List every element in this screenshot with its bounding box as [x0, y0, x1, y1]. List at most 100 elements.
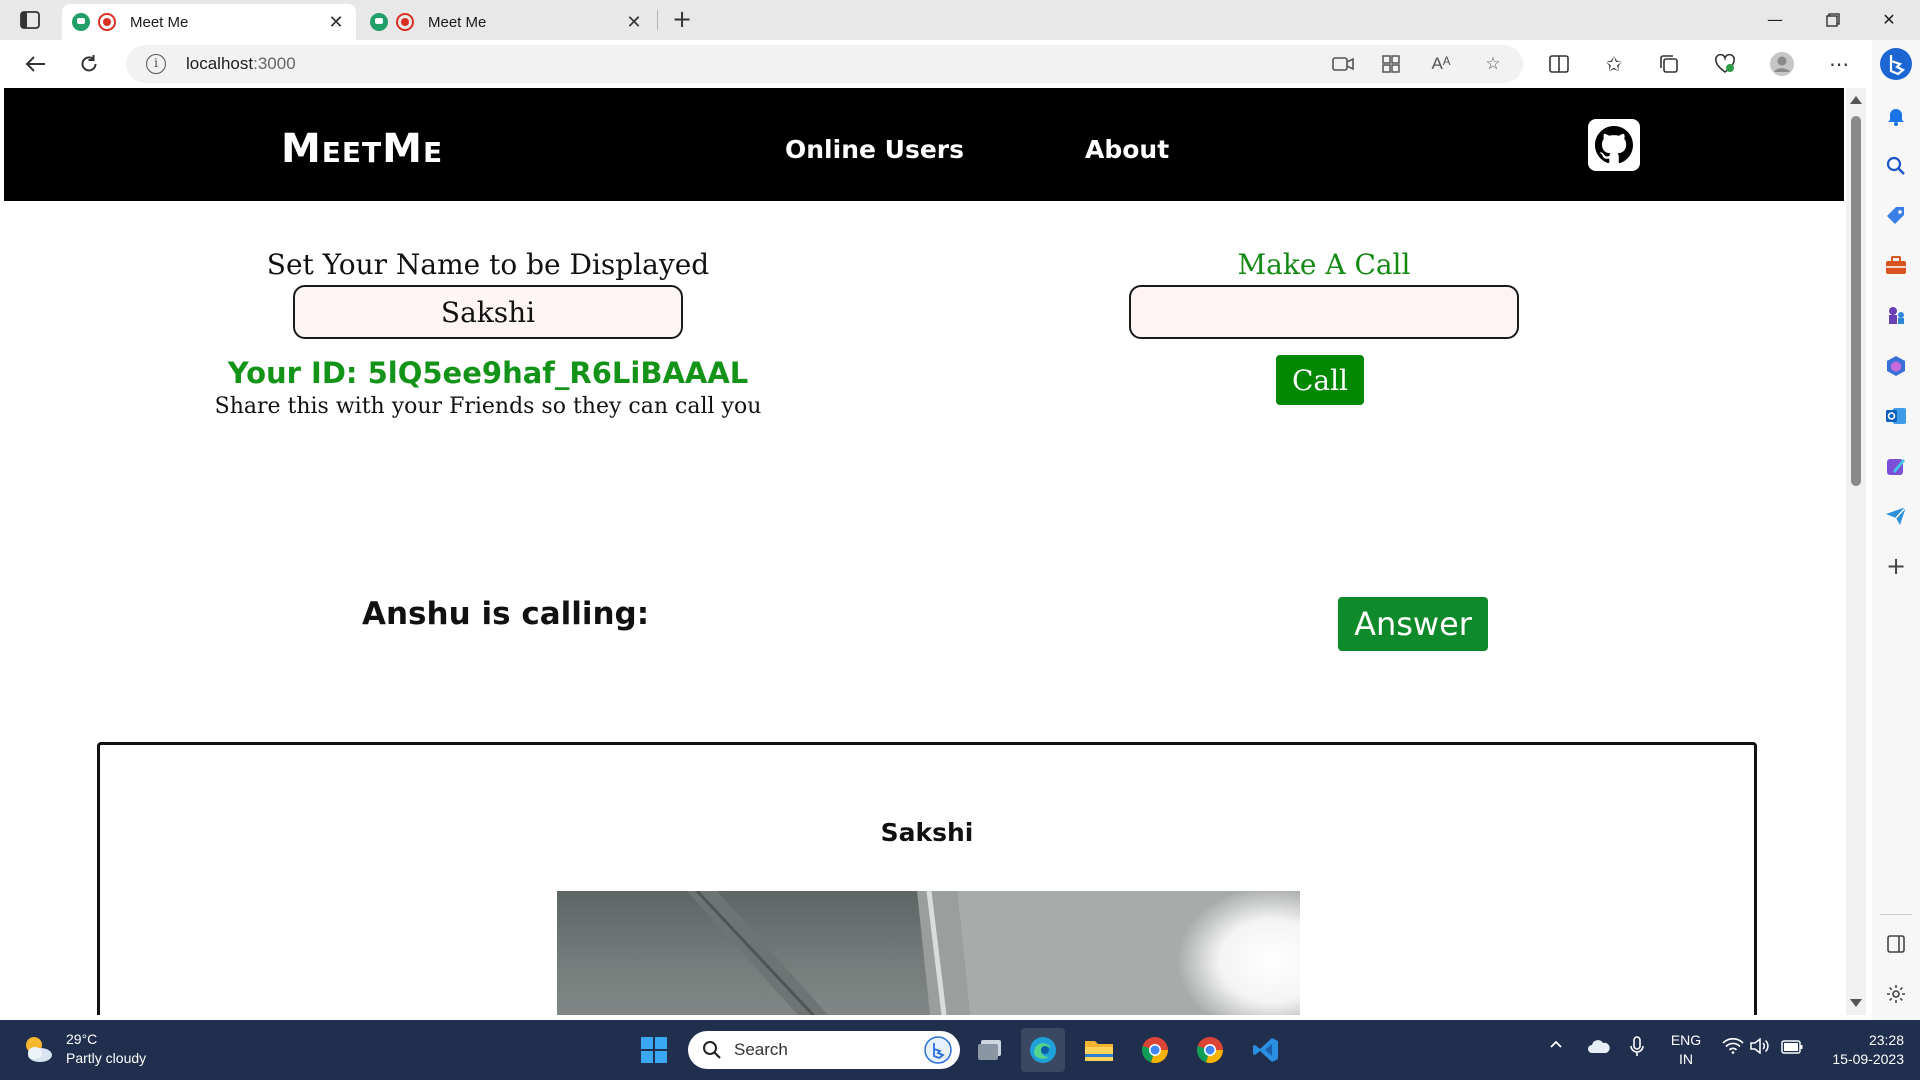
add-sidebar-app-icon[interactable]: +: [1882, 552, 1910, 580]
restore-button[interactable]: [1810, 4, 1856, 36]
microsoft-365-icon[interactable]: [1882, 352, 1910, 380]
microphone-icon[interactable]: [1630, 1036, 1644, 1062]
make-call-section: Make A Call: [1074, 248, 1574, 339]
more-options-icon[interactable]: ⋯: [1822, 48, 1856, 80]
local-video-feed: [557, 891, 1300, 1015]
input-language[interactable]: ENG IN: [1668, 1031, 1704, 1069]
bing-icon: [924, 1036, 952, 1064]
tools-briefcase-icon[interactable]: [1882, 252, 1910, 280]
chrome-icon[interactable]: [1133, 1028, 1177, 1072]
minimize-button[interactable]: —: [1752, 4, 1798, 36]
nav-online-users[interactable]: Online Users: [785, 135, 964, 164]
onedrive-cloud-icon[interactable]: [1587, 1038, 1611, 1058]
hide-sidebar-icon[interactable]: [1882, 930, 1910, 958]
tab-divider: [657, 10, 658, 30]
profile-avatar-icon[interactable]: [1765, 48, 1799, 80]
page-scrollbar[interactable]: [1846, 88, 1866, 1015]
windows-start-icon[interactable]: [632, 1028, 676, 1072]
brand-logo[interactable]: MeetMe: [281, 126, 443, 172]
browser-tab-meet-me-1[interactable]: Meet Me ✕: [62, 4, 356, 40]
back-icon[interactable]: [18, 48, 52, 80]
make-call-label: Make A Call: [1237, 248, 1411, 281]
github-icon[interactable]: [1588, 119, 1640, 171]
collections-icon[interactable]: [1652, 48, 1686, 80]
video-user-name: Sakshi: [880, 818, 974, 847]
share-note: Share this with your Friends so they can…: [214, 394, 762, 419]
call-id-input[interactable]: [1129, 285, 1519, 339]
show-hidden-icons-icon[interactable]: [1548, 1036, 1564, 1056]
set-name-section: Set Your Name to be Displayed: [228, 248, 748, 339]
favorites-icon[interactable]: ✩: [1597, 48, 1631, 80]
page-viewport: MeetMe Online Users About Set Your Name …: [4, 88, 1844, 1015]
meet-favicon-icon: [72, 13, 90, 31]
weather-widget[interactable]: 29°C Partly cloudy: [20, 1030, 146, 1068]
camera-icon[interactable]: [1330, 52, 1356, 76]
edge-sidebar: +: [1872, 40, 1920, 1020]
send-drop-icon[interactable]: [1882, 502, 1910, 530]
url-port: :3000: [253, 54, 296, 73]
split-screen-icon[interactable]: [1542, 48, 1576, 80]
weather-condition: Partly cloudy: [66, 1050, 147, 1066]
refresh-icon[interactable]: [72, 48, 106, 80]
favorite-star-icon[interactable]: ☆: [1480, 52, 1506, 76]
windows-taskbar: 29°C Partly cloudy Search ENG IN 23:28 1…: [0, 1020, 1920, 1080]
browser-tab-meet-me-2[interactable]: Meet Me ✕: [360, 4, 654, 40]
system-clock[interactable]: 23:28 15-09-2023: [1818, 1031, 1904, 1069]
browser-toolbar: i localhost:3000 Aᴬ ☆ ✩ ⋯: [0, 40, 1920, 88]
sidebar-divider: [1880, 914, 1912, 915]
weather-temp: 29°C: [66, 1031, 98, 1047]
battery-icon[interactable]: [1781, 1039, 1803, 1058]
partly-cloudy-icon: [20, 1031, 56, 1067]
chrome-profile-icon[interactable]: [1188, 1028, 1232, 1072]
address-url[interactable]: localhost:3000: [186, 54, 296, 74]
apps-icon[interactable]: [1378, 52, 1404, 76]
close-window-button[interactable]: ✕: [1866, 4, 1912, 36]
search-icon: [703, 1041, 721, 1059]
vscode-icon[interactable]: [1244, 1028, 1288, 1072]
new-tab-button[interactable]: +: [668, 6, 696, 34]
read-aloud-icon[interactable]: Aᴬ: [1428, 52, 1454, 76]
taskbar-search-label: Search: [734, 1040, 788, 1059]
scroll-thumb[interactable]: [1851, 116, 1861, 486]
app-navbar: MeetMe Online Users About: [4, 88, 1844, 201]
language-code: ENG: [1670, 1032, 1702, 1048]
site-info-icon[interactable]: i: [146, 54, 166, 74]
call-button[interactable]: Call: [1276, 355, 1364, 405]
incoming-call-text: Anshu is calling:: [362, 596, 650, 632]
task-view-icon[interactable]: [968, 1028, 1012, 1072]
set-name-label: Set Your Name to be Displayed: [266, 248, 710, 281]
games-chess-icon[interactable]: [1882, 302, 1910, 330]
url-host: localhost: [186, 54, 254, 73]
recording-indicator-icon: [396, 13, 414, 31]
scroll-down-arrow-icon[interactable]: [1850, 999, 1862, 1007]
close-tab-icon[interactable]: ✕: [326, 12, 346, 33]
your-id-text: Your ID: 5lQ5ee9haf_R6LiBAAAL: [227, 356, 749, 390]
display-name-input[interactable]: [293, 285, 683, 339]
notifications-bell-icon[interactable]: [1882, 102, 1910, 130]
outlook-icon[interactable]: [1882, 402, 1910, 430]
shopping-tag-icon[interactable]: [1882, 202, 1910, 230]
close-tab-icon[interactable]: ✕: [624, 12, 644, 33]
nav-about[interactable]: About: [1085, 135, 1169, 164]
search-icon[interactable]: [1882, 152, 1910, 180]
meet-favicon-icon: [370, 13, 388, 31]
address-bar[interactable]: i localhost:3000 Aᴬ ☆: [126, 45, 1523, 83]
tab-title: Meet Me: [130, 13, 189, 31]
clock-date: 15-09-2023: [1832, 1051, 1904, 1067]
volume-icon[interactable]: [1750, 1037, 1770, 1058]
region-code: IN: [1679, 1051, 1693, 1067]
taskbar-search[interactable]: Search: [688, 1031, 960, 1069]
recording-indicator-icon: [98, 13, 116, 31]
designer-icon[interactable]: [1882, 452, 1910, 480]
wifi-icon[interactable]: [1722, 1037, 1744, 1058]
scroll-up-arrow-icon[interactable]: [1850, 96, 1862, 104]
file-explorer-icon[interactable]: [1077, 1028, 1121, 1072]
settings-gear-icon[interactable]: [1882, 980, 1910, 1008]
bing-copilot-icon[interactable]: [1878, 46, 1914, 82]
answer-button[interactable]: Answer: [1338, 597, 1488, 651]
tab-actions-icon[interactable]: [14, 8, 46, 32]
edge-browser-icon[interactable]: [1021, 1028, 1065, 1072]
browser-essentials-icon[interactable]: [1708, 48, 1742, 80]
tab-title: Meet Me: [428, 13, 487, 31]
video-panel: Sakshi: [97, 742, 1757, 1015]
